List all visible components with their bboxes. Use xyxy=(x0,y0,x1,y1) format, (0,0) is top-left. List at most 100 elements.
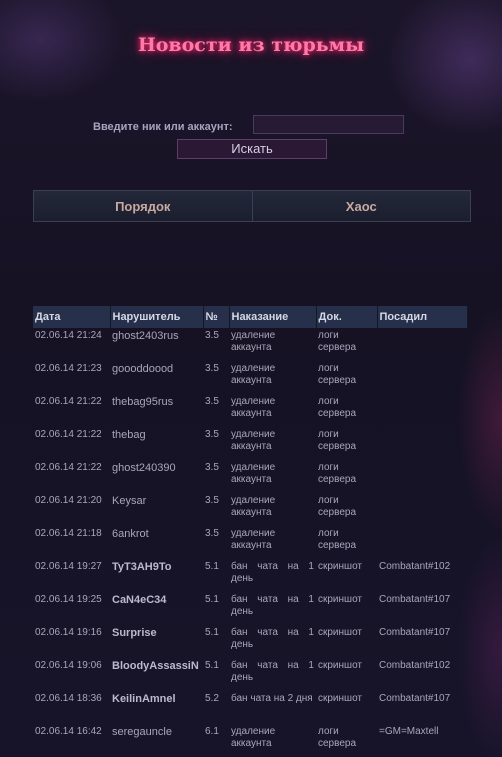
table-row: 02.06.14 19:27 TyT3AH9To 5.1 бан чата на 1 … xyxy=(33,559,467,592)
document-cell: скриншот xyxy=(318,693,362,704)
offender-cell[interactable]: thebag95rus xyxy=(110,394,203,427)
jailer-cell: Combatant#107 xyxy=(379,693,451,704)
table-row: 02.06.14 21:24 ghost2403rus 3.5 удаление ак… xyxy=(33,328,467,361)
date-cell: 02.06.14 16:42 xyxy=(35,726,102,737)
table-row: 02.06.14 18:36 KeilinAmnel 5.2 бан чата на … xyxy=(33,691,467,724)
jailer-cell: Combatant#107 xyxy=(379,627,451,638)
offender-cell[interactable]: goooddoood xyxy=(110,361,203,394)
table-header-row: Дата Нарушитель № Наказание Док. Посадил xyxy=(33,306,468,328)
rule-cell: 5.2 xyxy=(205,693,219,704)
offender-cell[interactable]: 6ankrot xyxy=(110,526,203,559)
column-header-offender[interactable]: Нарушитель xyxy=(110,306,204,328)
rule-cell: 3.5 xyxy=(205,528,219,539)
jailer-cell xyxy=(377,361,467,394)
date-cell: 02.06.14 19:25 xyxy=(35,594,102,605)
date-cell: 02.06.14 21:22 xyxy=(35,462,102,473)
table-row: 02.06.14 21:22 thebag95rus 3.5 удаление акк… xyxy=(33,394,467,427)
jailer-cell xyxy=(377,394,467,427)
punishment-cell: удаление аккаунта xyxy=(231,462,276,485)
column-header-punishment[interactable]: Наказание xyxy=(229,306,317,328)
offender-cell[interactable]: Surprise xyxy=(110,625,203,658)
document-cell: логи сервера xyxy=(318,495,357,518)
punishment-cell: удаление аккаунта xyxy=(231,726,276,749)
column-header-jailer[interactable]: Посадил xyxy=(377,306,468,328)
offender-cell[interactable]: KeilinAmnel xyxy=(110,691,203,724)
punishment-cell: удаление аккаунта xyxy=(231,429,276,452)
document-cell: логи сервера xyxy=(318,726,357,749)
punishment-cell: бан чата на 2 дня xyxy=(231,693,313,704)
date-cell: 02.06.14 21:18 xyxy=(35,528,102,539)
punishment-cell: бан чата на 1 день xyxy=(231,627,314,650)
table-row: 02.06.14 21:23 goooddoood 3.5 удаление акка… xyxy=(33,361,467,394)
offender-cell[interactable]: ghost2403rus xyxy=(110,328,203,361)
jailer-cell: =GM=Maxtell xyxy=(379,726,439,737)
jailer-cell xyxy=(377,526,467,559)
document-cell: логи сервера xyxy=(318,330,357,353)
column-header-rule[interactable]: № xyxy=(203,306,230,328)
document-cell: логи сервера xyxy=(318,396,357,419)
tab-chaos[interactable]: Хаос xyxy=(251,191,470,221)
offender-cell[interactable]: TyT3AH9To xyxy=(110,559,203,592)
table-row: 02.06.14 21:18 6ankrot 3.5 удаление аккаунт… xyxy=(33,526,467,559)
column-header-date[interactable]: Дата xyxy=(33,306,111,328)
punishment-cell: удаление аккаунта xyxy=(231,528,276,551)
search-button[interactable]: Искать xyxy=(177,139,327,159)
rule-cell: 3.5 xyxy=(205,330,219,341)
table-row: 02.06.14 21:22 thebag 3.5 удаление аккаунта… xyxy=(33,427,467,460)
rule-cell: 3.5 xyxy=(205,429,219,440)
document-cell: логи сервера xyxy=(318,429,357,452)
tab-order[interactable]: Порядок xyxy=(34,191,252,221)
table-row: 02.06.14 21:20 Keysar 3.5 удаление аккаунта… xyxy=(33,493,467,526)
document-cell: логи сервера xyxy=(318,363,357,386)
date-cell: 02.06.14 19:16 xyxy=(35,627,102,638)
offender-cell[interactable]: Keysar xyxy=(110,493,203,526)
document-cell: скриншот xyxy=(318,660,362,671)
rule-cell: 5.1 xyxy=(205,660,219,671)
jailer-cell: Combatant#102 xyxy=(379,660,451,671)
punishment-cell: бан чата на 1 день xyxy=(231,561,314,584)
punishment-cell: удаление аккаунта xyxy=(231,495,276,518)
date-cell: 02.06.14 21:20 xyxy=(35,495,102,506)
rule-cell: 3.5 xyxy=(205,363,219,374)
jailer-cell xyxy=(377,460,467,493)
offender-cell[interactable]: thebag xyxy=(110,427,203,460)
date-cell: 02.06.14 19:06 xyxy=(35,660,102,671)
column-header-doc[interactable]: Док. xyxy=(316,306,378,328)
page-title: Новости из тюрьмы xyxy=(137,34,365,56)
date-cell: 02.06.14 21:22 xyxy=(35,396,102,407)
offender-cell[interactable]: BloodyAssassiN xyxy=(110,658,203,691)
search-label: Введите ник или аккаунт: xyxy=(93,121,233,133)
search-input[interactable] xyxy=(253,115,404,134)
offender-cell[interactable]: seregauncle xyxy=(110,724,203,757)
rule-cell: 3.5 xyxy=(205,495,219,506)
punishment-cell: бан чата на 1 день xyxy=(231,660,314,683)
table-row: 02.06.14 16:42 seregauncle 6.1 удаление акк… xyxy=(33,724,467,757)
jail-table: Дата Нарушитель № Наказание Док. Посадил… xyxy=(33,306,468,757)
date-cell: 02.06.14 19:27 xyxy=(35,561,102,572)
jailer-cell xyxy=(377,427,467,460)
punishment-cell: удаление аккаунта xyxy=(231,396,276,419)
date-cell: 02.06.14 21:22 xyxy=(35,429,102,440)
rule-cell: 5.1 xyxy=(205,594,219,605)
rule-cell: 6.1 xyxy=(205,726,219,737)
punishment-cell: удаление аккаунта xyxy=(231,330,276,353)
document-cell: логи сервера xyxy=(318,462,357,485)
jailer-cell: Combatant#107 xyxy=(379,594,451,605)
document-cell: скриншот xyxy=(318,627,362,638)
document-cell: скриншот xyxy=(318,561,362,572)
date-cell: 02.06.14 21:24 xyxy=(35,330,102,341)
document-cell: скриншот xyxy=(318,594,362,605)
rule-cell: 3.5 xyxy=(205,396,219,407)
jailer-cell xyxy=(377,493,467,526)
rule-cell: 3.5 xyxy=(205,462,219,473)
date-cell: 02.06.14 21:23 xyxy=(35,363,102,374)
table-row: 02.06.14 19:16 Surprise 5.1 бан чата на 1 д… xyxy=(33,625,467,658)
faction-tabs: Порядок Хаос xyxy=(33,190,471,222)
jailer-cell xyxy=(377,328,467,361)
table-row: 02.06.14 19:06 BloodyAssassiN 5.1 бан чата … xyxy=(33,658,467,691)
offender-cell[interactable]: ghost240390 xyxy=(110,460,203,493)
document-cell: логи сервера xyxy=(318,528,357,551)
offender-cell[interactable]: CaN4eC34 xyxy=(110,592,203,625)
table-row: 02.06.14 21:22 ghost240390 3.5 удаление акк… xyxy=(33,460,467,493)
punishment-cell: удаление аккаунта xyxy=(231,363,276,386)
